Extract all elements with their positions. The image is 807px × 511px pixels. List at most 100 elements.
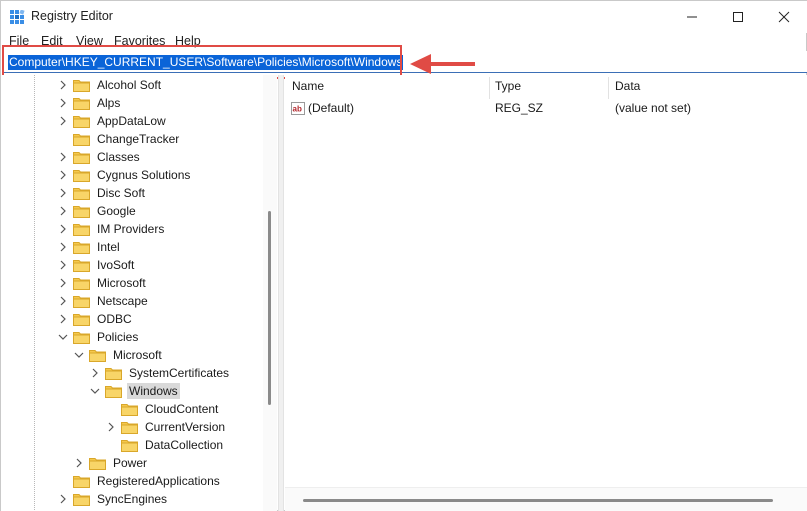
folder-icon [73,133,90,146]
maximize-button[interactable] [715,1,761,33]
chevron-right-icon[interactable] [105,421,117,433]
tree-item-label: Microsoft [113,348,162,362]
values-scrollbar-thumb[interactable] [303,499,773,502]
tree-item[interactable]: DataCollection [105,436,225,454]
tree-item[interactable]: Microsoft [73,346,164,364]
values-pane[interactable]: Name Type Data ab (Default) REG_SZ (valu… [285,75,807,511]
address-path[interactable]: Computer\HKEY_CURRENT_USER\Software\Poli… [8,55,404,70]
folder-icon [73,493,90,506]
tree-item-label: Netscape [97,294,148,308]
chevron-down-icon[interactable] [89,385,101,397]
column-header-name[interactable]: Name [292,79,324,99]
registry-editor-window: Registry Editor File Edit View Favorites… [0,0,807,511]
folder-icon [73,223,90,236]
tree-item[interactable]: Power [73,454,149,472]
tree-item[interactable]: Cygnus Solutions [57,166,192,184]
menu-edit[interactable]: Edit [41,34,63,48]
chevron-right-icon[interactable] [57,223,69,235]
tree-item[interactable]: RegisteredApplications [57,472,222,490]
chevron-right-icon[interactable] [57,151,69,163]
chevron-right-icon[interactable] [57,277,69,289]
folder-icon [73,151,90,164]
chevron-right-icon[interactable] [73,457,85,469]
title-bar[interactable]: Registry Editor [1,1,807,33]
tree-item[interactable]: AppDataLow [57,112,168,130]
tree-item[interactable]: SystemCertificates [89,364,231,382]
tree-item[interactable]: ChangeTracker [57,130,181,148]
pane-splitter[interactable] [278,75,284,511]
string-value-icon: ab [291,102,305,115]
value-row-name[interactable]: (Default) [308,101,354,115]
tree-item[interactable]: Google [57,202,138,220]
menu-bar: File Edit View Favorites Help [1,33,807,51]
menu-file[interactable]: File [9,34,29,48]
tree-item[interactable]: CloudContent [105,400,220,418]
chevron-right-icon[interactable] [57,493,69,505]
chevron-down-icon[interactable] [73,349,85,361]
column-header-data[interactable]: Data [615,79,640,99]
folder-icon [121,403,138,416]
minimize-button[interactable] [669,1,715,33]
tree-item[interactable]: IvoSoft [57,256,136,274]
tree-item[interactable]: Windows [89,382,180,400]
close-button[interactable] [761,1,807,33]
tree-scrollbar-thumb[interactable] [268,211,271,405]
tree-item[interactable]: ODBC [57,310,134,328]
tree-pane[interactable]: Alcohol Soft Alps AppDataLow ChangeTracker C… [1,75,277,511]
tree-item[interactable]: Classes [57,148,142,166]
chevron-right-icon[interactable] [89,367,101,379]
folder-icon [73,187,90,200]
tree-item[interactable]: Microsoft [57,274,148,292]
tree-guide-line [34,75,35,511]
chevron-right-icon[interactable] [57,97,69,109]
menu-help[interactable]: Help [175,34,201,48]
address-bar[interactable]: Computer\HKEY_CURRENT_USER\Software\Poli… [3,51,807,73]
value-row-data[interactable]: (value not set) [615,101,691,115]
tree-item-label: ODBC [97,312,132,326]
tree-item[interactable]: Disc Soft [57,184,147,202]
chevron-right-icon[interactable] [57,241,69,253]
chevron-right-icon[interactable] [57,259,69,271]
menu-favorites[interactable]: Favorites [114,34,165,48]
chevron-right-icon[interactable] [57,313,69,325]
tree-item[interactable]: Policies [57,328,140,346]
chevron-down-icon[interactable] [57,331,69,343]
tree-item-label: Google [97,204,136,218]
folder-icon [105,385,122,398]
menu-view[interactable]: View [76,34,103,48]
chevron-right-icon[interactable] [57,115,69,127]
value-row-type[interactable]: REG_SZ [495,101,543,115]
folder-icon [73,331,90,344]
folder-icon [73,97,90,110]
chevron-right-icon[interactable] [57,187,69,199]
close-icon [778,11,790,23]
tree-item[interactable]: Alcohol Soft [57,76,163,94]
tree-item[interactable]: Alps [57,94,122,112]
chevron-right-icon[interactable] [57,295,69,307]
tree-item[interactable]: Netscape [57,292,150,310]
folder-icon [121,421,138,434]
values-horizontal-scrollbar[interactable] [285,487,807,511]
tree-item-label: Alps [97,96,121,110]
tree-item-label: IM Providers [97,222,165,236]
folder-icon [73,115,90,128]
column-separator[interactable] [489,77,490,99]
tree-item-label: RegisteredApplications [97,474,220,488]
tree-item-label: DataCollection [145,438,224,452]
column-separator[interactable] [608,77,609,99]
tree-item-label: SystemCertificates [129,366,230,380]
chevron-right-icon[interactable] [57,79,69,91]
tree-item[interactable]: SyncEngines [57,490,169,508]
annotation-arrow-icon [410,54,475,74]
folder-icon [89,457,106,470]
tree-item[interactable]: CurrentVersion [105,418,227,436]
tree-item[interactable]: IM Providers [57,220,166,238]
tree-item[interactable]: Intel [57,238,122,256]
tree-item-label: Microsoft [97,276,146,290]
column-header-type[interactable]: Type [495,79,521,99]
chevron-right-icon[interactable] [57,205,69,217]
chevron-right-icon[interactable] [57,169,69,181]
